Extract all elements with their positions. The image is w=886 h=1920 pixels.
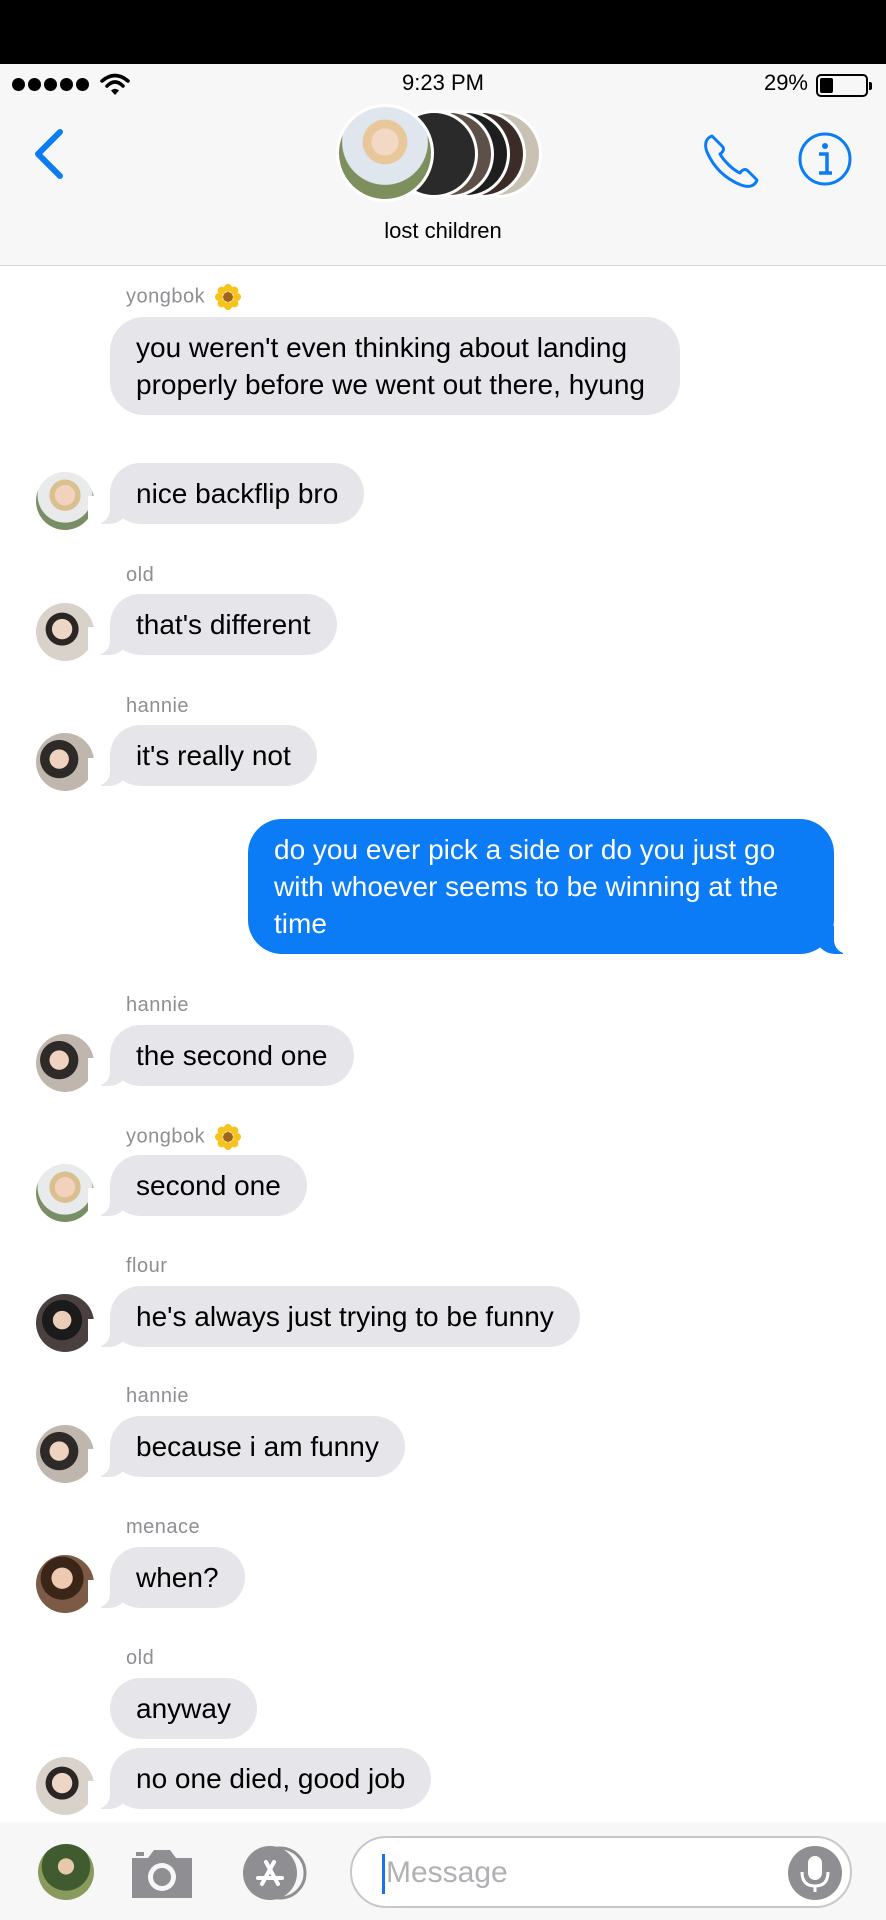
sender-label: yongbok <box>126 1124 242 1150</box>
avatar <box>36 472 94 530</box>
back-chevron-icon[interactable] <box>28 126 72 182</box>
avatar <box>36 1164 94 1222</box>
message-bubble-incoming[interactable]: he's always just trying to be funny <box>88 1286 580 1347</box>
group-avatar-main <box>336 104 434 202</box>
message-text: no one died, good job <box>136 1763 406 1794</box>
phone-icon[interactable] <box>700 130 762 190</box>
sender-label: hannie <box>126 994 190 1016</box>
conversation-header: 9:23 PM 29% lost children <box>0 64 886 266</box>
message-bubble-incoming[interactable]: the second one <box>88 1025 354 1086</box>
group-avatars[interactable] <box>336 104 556 210</box>
message-text: that's different <box>136 609 311 640</box>
battery-percent: 29% <box>763 70 808 95</box>
avatar <box>36 1757 94 1815</box>
message-text: he's always just trying to be funny <box>136 1301 554 1332</box>
info-icon[interactable] <box>796 130 854 188</box>
avatar <box>36 1034 94 1092</box>
message-bubble-incoming[interactable]: when? <box>88 1547 245 1608</box>
avatar <box>36 1555 94 1613</box>
microphone-button[interactable] <box>788 1846 842 1900</box>
sender-label: hannie <box>126 695 190 717</box>
status-bar: 9:23 PM 29% <box>0 64 886 104</box>
message-text: the second one <box>136 1040 328 1071</box>
message-text: because i am funny <box>136 1431 379 1462</box>
message-bubble-incoming[interactable]: because i am funny <box>88 1416 405 1477</box>
message-text: when? <box>136 1562 219 1593</box>
battery-level <box>820 78 833 93</box>
message-bubble-outgoing[interactable]: do you ever pick a side or do you just g… <box>248 819 856 954</box>
sender-label: old <box>126 564 155 586</box>
status-time: 9:23 PM <box>402 70 484 95</box>
message-bubble-incoming[interactable]: no one died, good job <box>87 1748 432 1809</box>
message-thread[interactable]: yongbok you weren't even thinking about … <box>0 266 886 1822</box>
message-text: second one <box>136 1170 281 1201</box>
message-input-field[interactable] <box>350 1836 852 1908</box>
message-text: anyway <box>136 1693 231 1724</box>
top-black-bar <box>0 0 886 64</box>
sender-label: yongbok <box>126 284 242 310</box>
conversation-title[interactable]: lost children <box>0 218 886 244</box>
message-bubble-incoming[interactable]: that's different <box>88 594 337 655</box>
message-bubble-incoming[interactable]: anyway <box>110 1678 257 1739</box>
avatar <box>36 733 94 791</box>
sunflower-icon <box>215 284 242 310</box>
composer-bar <box>0 1822 886 1920</box>
avatar <box>36 1425 94 1483</box>
message-bubble-incoming[interactable]: nice backflip bro <box>87 463 365 524</box>
message-bubble-incoming[interactable]: it's really not <box>88 725 317 786</box>
sender-label: old <box>126 1647 155 1669</box>
camera-icon[interactable] <box>128 1844 196 1902</box>
app-store-icon[interactable] <box>236 1844 314 1902</box>
battery-icon <box>816 74 872 97</box>
message-text: nice backflip bro <box>136 478 339 509</box>
microphone-icon <box>800 1856 830 1892</box>
sunflower-icon <box>215 1124 242 1150</box>
message-input[interactable] <box>386 1850 766 1896</box>
text-caret <box>382 1854 385 1894</box>
sender-label: flour <box>126 1255 168 1277</box>
message-bubble-incoming[interactable]: you weren't even thinking about landing … <box>110 317 680 415</box>
sender-label: hannie <box>126 1385 190 1407</box>
avatar <box>36 1294 94 1352</box>
avatar[interactable] <box>38 1844 94 1900</box>
sender-label: menace <box>126 1516 201 1538</box>
message-text: do you ever pick a side or do you just g… <box>274 834 779 939</box>
avatar <box>36 603 94 661</box>
message-text: it's really not <box>136 740 291 771</box>
message-text: you weren't even thinking about landing … <box>136 332 645 400</box>
message-bubble-incoming[interactable]: second one <box>88 1155 307 1216</box>
